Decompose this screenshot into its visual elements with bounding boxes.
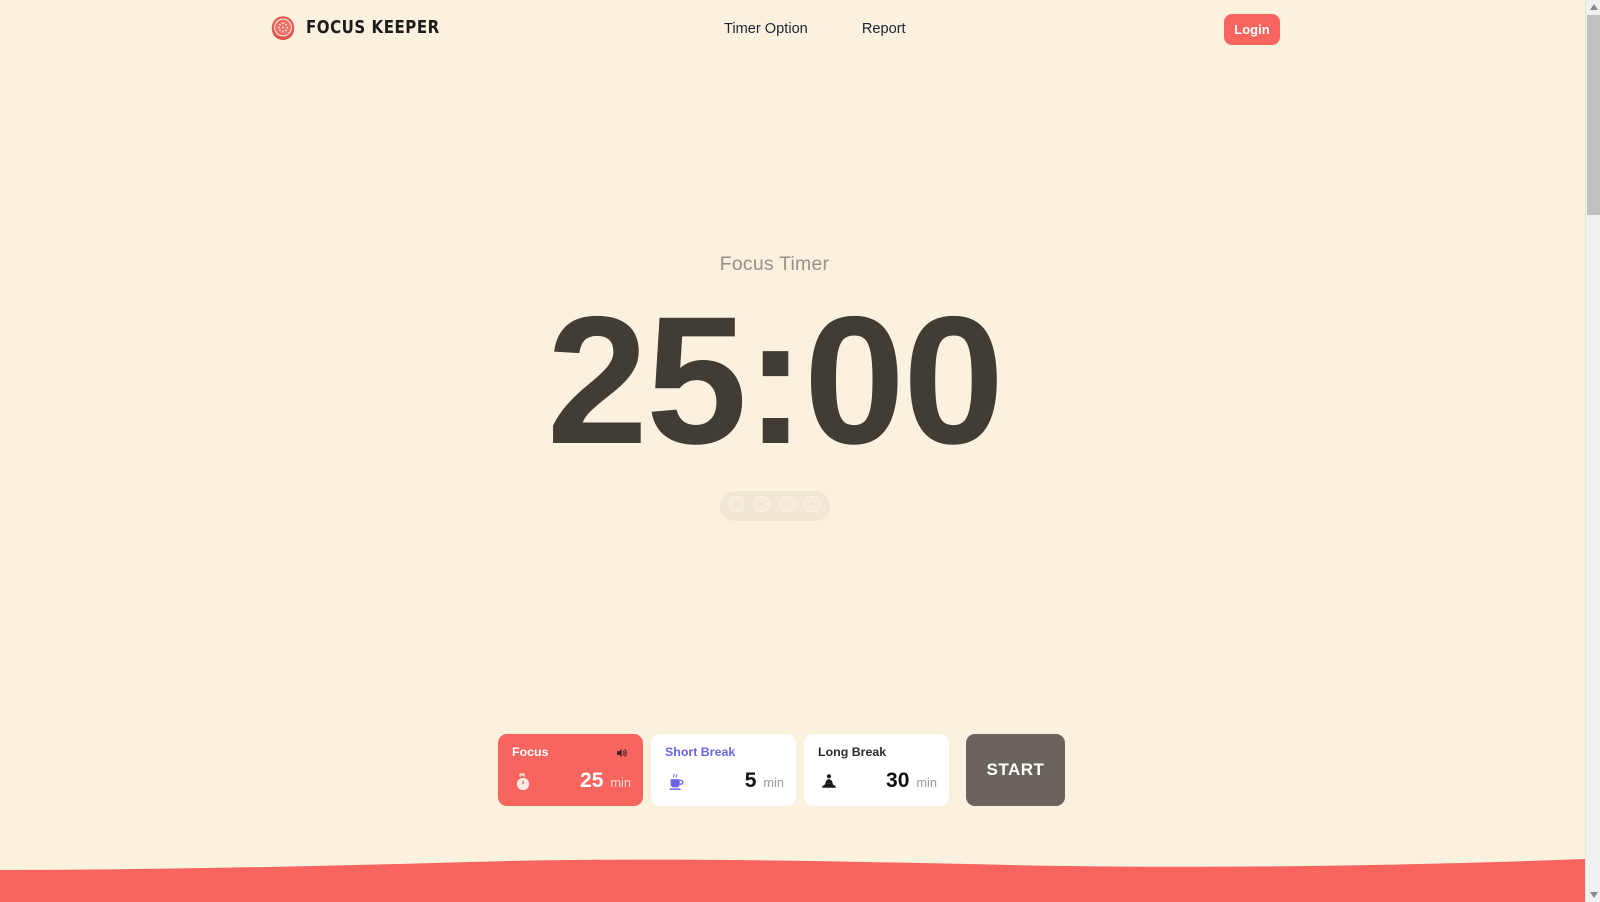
tomato-slice-icon	[776, 493, 798, 520]
mode-value-short-break: 5	[744, 769, 757, 792]
mode-card-short-break[interactable]: Short Break 5 min	[651, 734, 796, 806]
mode-row-long-break: 30 min	[818, 770, 937, 794]
nav-timer-option[interactable]: Timer Option	[724, 21, 808, 37]
round-indicator[interactable]	[719, 491, 830, 521]
tomato-slice-icon	[726, 493, 748, 520]
mode-title-long-break: Long Break	[818, 745, 887, 759]
scrollbar-thumb[interactable]	[1587, 15, 1600, 215]
start-button[interactable]: START	[966, 734, 1065, 806]
mode-title-focus: Focus	[512, 745, 549, 759]
brand-name: FOCUS KEEPER	[306, 18, 440, 38]
coffee-cup-icon	[665, 771, 687, 793]
mode-row-focus: 25 min	[512, 770, 631, 794]
timer-countdown: 25:00	[546, 278, 1005, 482]
login-button[interactable]: Login	[1224, 14, 1280, 45]
tomato-slice-icon	[751, 493, 773, 520]
timer-controls: Focus 25 min Short Break 5 min Long Brea…	[498, 734, 1065, 806]
mode-card-long-break[interactable]: Long Break 30 min	[804, 734, 949, 806]
page-scrollbar[interactable]	[1585, 0, 1600, 902]
mode-unit-long-break: min	[916, 775, 937, 790]
tomato-slice-icon	[801, 493, 823, 520]
timer-mode-label: Focus Timer	[719, 253, 830, 275]
mode-title-short-break: Short Break	[665, 745, 736, 759]
speaker-on-icon[interactable]	[615, 746, 629, 760]
timer-section: Focus Timer 25:00	[0, 250, 1549, 521]
scrollbar-down-arrow[interactable]	[1586, 888, 1600, 902]
mode-card-focus[interactable]: Focus 25 min	[498, 734, 643, 806]
mode-unit-focus: min	[610, 775, 631, 790]
mode-unit-short-break: min	[763, 775, 784, 790]
brand-logo[interactable]: FOCUS KEEPER	[270, 15, 462, 41]
bottom-wave-decoration	[0, 842, 1585, 902]
mode-value-focus: 25	[580, 769, 604, 792]
site-header: FOCUS KEEPER Timer Option Report Login	[0, 0, 1585, 60]
nav-report[interactable]: Report	[862, 21, 906, 37]
mode-row-short-break: 5 min	[665, 770, 784, 794]
scrollbar-up-arrow[interactable]	[1586, 0, 1600, 14]
app-page: FOCUS KEEPER Timer Option Report Login F…	[0, 0, 1585, 902]
tomato-logo-icon	[270, 15, 296, 41]
tomato-icon	[512, 771, 534, 793]
mode-value-long-break: 30	[886, 769, 910, 792]
main-nav: Timer Option Report	[724, 21, 906, 37]
meditation-icon	[818, 771, 840, 793]
